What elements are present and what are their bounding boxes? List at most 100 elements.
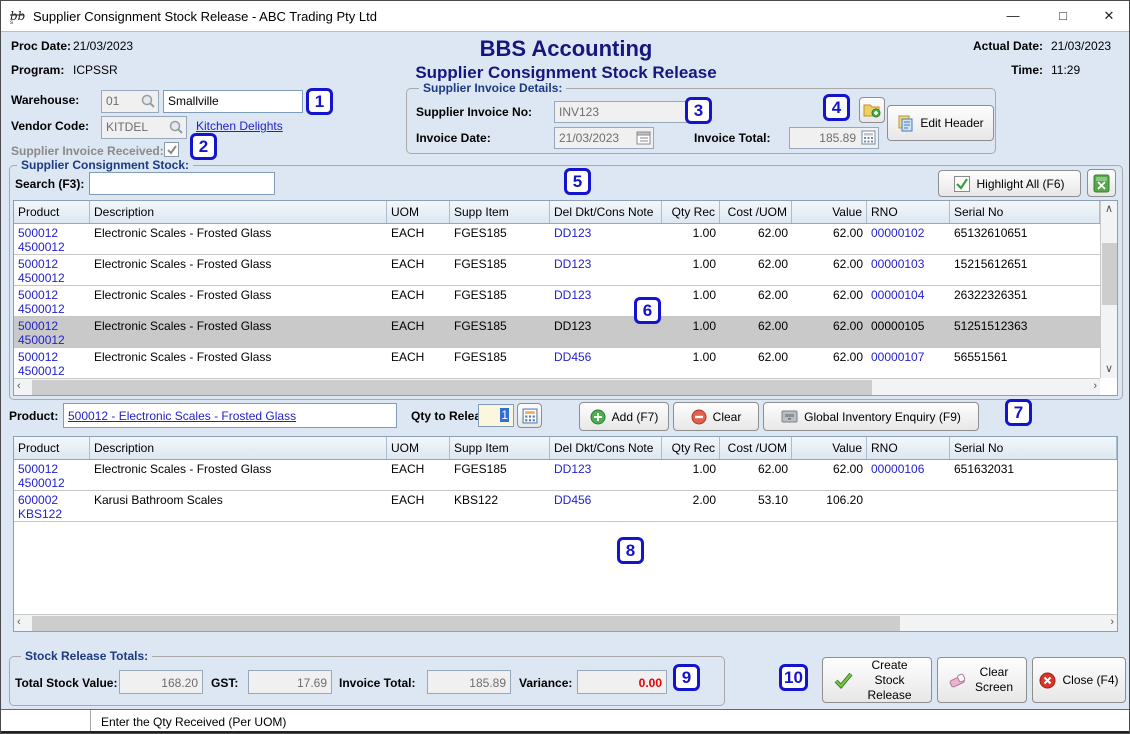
stock-table-vscroll-thumb[interactable] [1102,243,1117,305]
release-table: ProductDescriptionUOMSupp ItemDel Dkt/Co… [13,436,1118,632]
calendar-icon[interactable] [636,130,651,148]
app-logo-icon: bb s [9,7,27,25]
vendor-code-label: Vendor Code: [11,119,89,133]
product-alt-code-link[interactable]: 4500012 [18,271,86,285]
create-stock-release-button[interactable]: Create Stock Release [822,657,932,703]
column-header[interactable]: RNO [867,437,950,459]
table-row[interactable]: 5000124500012Electronic Scales - Frosted… [14,348,1100,379]
vendor-lookup-icon[interactable] [168,119,184,138]
gst-label: GST: [211,676,238,690]
del-dkt-cons-note-link[interactable]: DD123 [550,224,662,254]
product-alt-code-link[interactable]: 4500012 [18,476,86,490]
invoice-no-field[interactable]: INV123 [554,101,706,123]
column-header[interactable]: Description [90,201,387,223]
product-code-link[interactable]: 500012 [18,288,86,302]
rno-link[interactable]: 00000104 [867,286,950,316]
stock-table-vscrollbar[interactable]: ∧ ∨ [1100,201,1117,378]
product-code-link[interactable]: 500012 [18,226,86,240]
release-product-link[interactable]: 500012 - Electronic Scales - Frosted Gla… [68,409,296,423]
uom-cell: EACH [387,348,450,378]
release-table-hscrollbar[interactable]: ‹ › [14,614,1117,631]
table-row[interactable]: 5000124500012Electronic Scales - Frosted… [14,317,1100,348]
column-header[interactable]: Product [14,437,90,459]
scroll-up-icon[interactable]: ∧ [1101,201,1117,218]
column-header[interactable]: Description [90,437,387,459]
column-header[interactable]: Supp Item [450,201,550,223]
product-code-link[interactable]: 500012 [18,462,86,476]
column-header[interactable]: Qty Rec [662,201,720,223]
vendor-code-field[interactable]: KITDEL [101,116,187,139]
qty-calculator-button[interactable] [517,403,542,428]
column-header[interactable]: RNO [867,201,950,223]
del-dkt-cons-note-link[interactable]: DD123 [550,255,662,285]
rno-link[interactable]: 00000106 [867,460,950,490]
table-row[interactable]: 5000124500012Electronic Scales - Frosted… [14,224,1100,255]
warehouse-lookup-icon[interactable] [140,93,156,112]
add-button[interactable]: Add (F7) [579,402,669,431]
warehouse-code-field[interactable]: 01 [101,90,159,113]
global-inventory-enquiry-button[interactable]: Global Inventory Enquiry (F9) [763,402,979,431]
release-table-hscroll-thumb[interactable] [32,616,900,631]
product-alt-code-link[interactable]: 4500012 [18,240,86,254]
invoice-total-field[interactable]: 185.89 [789,127,879,149]
qty-to-release-input[interactable]: 1 [478,404,514,427]
column-header[interactable]: Qty Rec [662,437,720,459]
column-header[interactable]: Del Dkt/Cons Note [550,201,662,223]
invoice-received-checkbox[interactable] [164,142,179,157]
product-code-link[interactable]: 500012 [18,350,86,364]
minimize-button[interactable]: — [991,1,1035,31]
table-row[interactable]: 5000124500012Electronic Scales - Frosted… [14,460,1117,491]
highlight-all-button[interactable]: Highlight All (F6) [938,170,1081,197]
clear-screen-button[interactable]: Clear Screen [937,657,1027,703]
del-dkt-cons-note-link[interactable]: DD456 [550,491,662,521]
close-window-button[interactable]: ✕ [1087,1,1130,31]
maximize-button[interactable]: □ [1041,1,1085,31]
scroll-left-icon[interactable]: ‹ [17,380,21,392]
column-header[interactable]: Del Dkt/Cons Note [550,437,662,459]
scroll-down-icon[interactable]: ∨ [1101,361,1117,378]
calculator-icon[interactable] [861,130,876,148]
highlight-all-checkbox-icon [954,176,970,192]
close-button[interactable]: Close (F4) [1032,657,1126,703]
edit-header-button[interactable]: Edit Header [887,105,994,141]
scroll-right-icon[interactable]: › [1093,380,1097,392]
column-header[interactable]: UOM [387,437,450,459]
del-dkt-cons-note-link[interactable]: DD123 [550,460,662,490]
column-header[interactable]: Supp Item [450,437,550,459]
column-header[interactable]: Serial No [950,201,1100,223]
export-button[interactable] [1087,169,1116,197]
rno-link[interactable]: 00000107 [867,348,950,378]
column-header[interactable]: UOM [387,201,450,223]
stock-table-hscrollbar[interactable]: ‹ › [14,378,1100,395]
column-header[interactable]: Cost /UOM [720,201,792,223]
column-header[interactable]: Serial No [950,437,1117,459]
new-invoice-button[interactable] [859,97,885,123]
product-code-link[interactable]: 500012 [18,319,86,333]
product-alt-code-link[interactable]: 4500012 [18,364,86,378]
product-alt-code-link[interactable]: KBS122 [18,507,86,521]
warehouse-name-field[interactable]: Smallville [163,90,303,113]
scroll-left-icon[interactable]: ‹ [17,616,21,628]
scroll-right-icon[interactable]: › [1110,616,1114,628]
clear-button[interactable]: Clear [673,402,759,431]
product-code-link[interactable]: 500012 [18,257,86,271]
invoice-date-field[interactable]: 21/03/2023 [554,127,654,149]
rno-link[interactable]: 00000102 [867,224,950,254]
column-header[interactable]: Value [792,201,867,223]
product-alt-code-link[interactable]: 4500012 [18,333,86,347]
rno-link[interactable]: 00000105 [867,317,950,347]
vendor-name-link[interactable]: Kitchen Delights [196,119,283,133]
product-alt-code-link[interactable]: 4500012 [18,302,86,316]
table-row[interactable]: 600002KBS122Karusi Bathroom ScalesEACHKB… [14,491,1117,522]
rno-link[interactable] [867,491,950,521]
rno-link[interactable]: 00000103 [867,255,950,285]
del-dkt-cons-note-link[interactable]: DD456 [550,348,662,378]
column-header[interactable]: Product [14,201,90,223]
column-header[interactable]: Cost /UOM [720,437,792,459]
column-header[interactable]: Value [792,437,867,459]
search-input[interactable] [89,172,275,195]
product-code-link[interactable]: 600002 [18,493,86,507]
table-row[interactable]: 5000124500012Electronic Scales - Frosted… [14,255,1100,286]
table-row[interactable]: 5000124500012Electronic Scales - Frosted… [14,286,1100,317]
stock-table-hscroll-thumb[interactable] [32,380,872,395]
